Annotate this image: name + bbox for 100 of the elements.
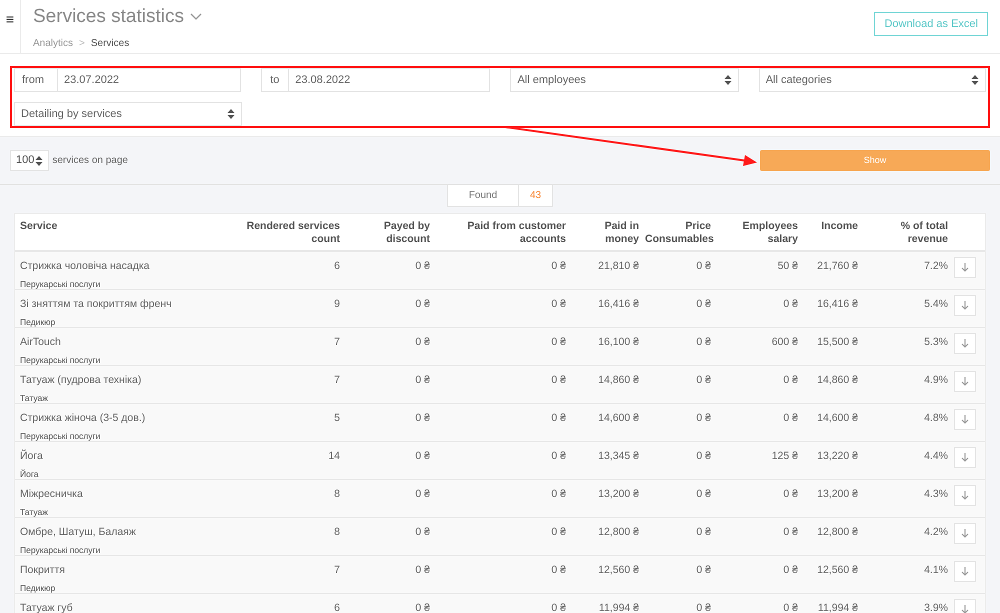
arrow-down-icon <box>961 339 969 348</box>
chevron-down-icon[interactable] <box>190 13 202 22</box>
table-cell: 0 ₴ <box>415 260 430 272</box>
select-arrows-icon <box>35 156 44 166</box>
table-cell: 7.2% <box>924 260 948 272</box>
employee-select[interactable]: All employees <box>510 68 739 92</box>
table-cell: 9 <box>334 298 340 310</box>
category-select[interactable]: All categories <box>758 68 986 92</box>
select-arrows-icon <box>724 75 732 85</box>
expand-row-button[interactable] <box>954 561 976 582</box>
table-cell: 0 ₴ <box>551 260 566 272</box>
table-cell: 0 ₴ <box>696 412 711 424</box>
table-cell: 0 ₴ <box>551 488 566 500</box>
expand-row-button[interactable] <box>954 371 976 392</box>
table-cell: 0 ₴ <box>696 336 711 348</box>
table-cell: 14,600 ₴ <box>598 412 639 424</box>
table-cell: 0 ₴ <box>415 298 430 310</box>
table-cell: 12,560 ₴ <box>598 564 639 576</box>
table-cell: 8 <box>334 488 340 500</box>
table-cell: 0 ₴ <box>783 488 798 500</box>
table-cell: 0 ₴ <box>415 450 430 462</box>
arrow-down-icon <box>961 453 969 462</box>
arrow-down-icon <box>961 377 969 386</box>
table-cell: 0 ₴ <box>551 602 566 613</box>
expand-row-button[interactable] <box>954 409 976 430</box>
service-name: Міжресничка <box>20 487 83 502</box>
table-cell: 21,810 ₴ <box>598 260 639 272</box>
expand-row-button[interactable] <box>954 447 976 468</box>
table-cell: 13,200 ₴ <box>817 488 858 500</box>
table-cell: 0 ₴ <box>415 488 430 500</box>
service-category: Йога <box>20 468 38 480</box>
table-cell: 0 ₴ <box>415 336 430 348</box>
menu-icon[interactable]: ≡ <box>6 12 14 26</box>
table-cell: 0 ₴ <box>551 412 566 424</box>
service-name: Покриття <box>20 563 65 578</box>
table-cell: 0 ₴ <box>551 526 566 538</box>
table-cell: 4.4% <box>924 450 948 462</box>
service-category: Перукарські послуги <box>20 354 100 366</box>
table-cell: 4.3% <box>924 488 948 500</box>
table-cell: 13,200 ₴ <box>598 488 639 500</box>
table-cell: 12,800 ₴ <box>598 526 639 538</box>
arrow-down-icon <box>961 491 969 500</box>
expand-row-button[interactable] <box>954 257 976 278</box>
table-cell: 0 ₴ <box>551 336 566 348</box>
table-cell: 0 ₴ <box>783 602 798 613</box>
to-date-field[interactable]: to 23.08.2022 <box>261 68 490 92</box>
table-cell: 0 ₴ <box>783 412 798 424</box>
per-page-select[interactable]: 100 <box>10 150 50 171</box>
table-cell: 6 <box>334 602 340 613</box>
expand-row-button[interactable] <box>954 295 976 316</box>
expand-row-button[interactable] <box>954 485 976 506</box>
arrow-down-icon <box>961 301 969 310</box>
table-cell: 0 ₴ <box>696 374 711 386</box>
arrow-down-icon <box>961 415 969 424</box>
expand-row-button[interactable] <box>954 523 976 544</box>
table-cell: 14,600 ₴ <box>817 412 858 424</box>
table-cell: 0 ₴ <box>696 526 711 538</box>
table-cell: 16,416 ₴ <box>817 298 858 310</box>
table-cell: 0 ₴ <box>696 602 711 613</box>
table-cell: 0 ₴ <box>783 526 798 538</box>
table-cell: 6 <box>334 260 340 272</box>
table-cell: 0 ₴ <box>696 260 711 272</box>
service-name: Татуаж (пудрова техніка) <box>20 373 142 388</box>
table-cell: 16,100 ₴ <box>598 336 639 348</box>
table-cell: 0 ₴ <box>696 298 711 310</box>
table-cell: 0 ₴ <box>783 564 798 576</box>
expand-row-button[interactable] <box>954 333 976 354</box>
table-cell: 3.9% <box>924 602 948 613</box>
service-name: Стрижка чоловіча насадка <box>20 259 150 274</box>
service-category: Педикюр <box>20 582 56 594</box>
found-counter: Found 43 <box>447 185 553 207</box>
table-cell: 0 ₴ <box>415 564 430 576</box>
table-cell: 0 ₴ <box>696 564 711 576</box>
service-name: Татуаж губ <box>20 601 73 613</box>
detailing-select[interactable]: Detailing by services <box>14 102 242 126</box>
arrow-down-icon <box>961 529 969 538</box>
per-page-label: services on page <box>52 154 128 168</box>
table-cell: 0 ₴ <box>696 488 711 500</box>
arrow-down-icon <box>961 605 969 613</box>
table-cell: 0 ₴ <box>696 450 711 462</box>
table-cell: 0 ₴ <box>551 564 566 576</box>
table-cell: 21,760 ₴ <box>817 260 858 272</box>
service-category: Перукарські послуги <box>20 544 100 556</box>
table-cell: 0 ₴ <box>415 412 430 424</box>
table-cell: 0 ₴ <box>415 526 430 538</box>
table-cell: 4.1% <box>924 564 948 576</box>
table-cell: 12,800 ₴ <box>817 526 858 538</box>
column-header: Price Consumables <box>645 220 714 245</box>
arrow-down-icon <box>961 263 969 272</box>
from-date-field[interactable]: from 23.07.2022 <box>14 68 242 92</box>
table-cell: 4.2% <box>924 526 948 538</box>
table-cell: 50 ₴ <box>778 260 798 272</box>
table-cell: 5.3% <box>924 336 948 348</box>
table-cell: 125 ₴ <box>772 450 798 462</box>
table-cell: 0 ₴ <box>415 602 430 613</box>
breadcrumb-separator: > <box>79 36 85 50</box>
column-header: Rendered services count <box>246 220 340 245</box>
table-cell: 14,860 ₴ <box>817 374 858 386</box>
table-cell: 7 <box>334 374 340 386</box>
table-cell: 8 <box>334 526 340 538</box>
